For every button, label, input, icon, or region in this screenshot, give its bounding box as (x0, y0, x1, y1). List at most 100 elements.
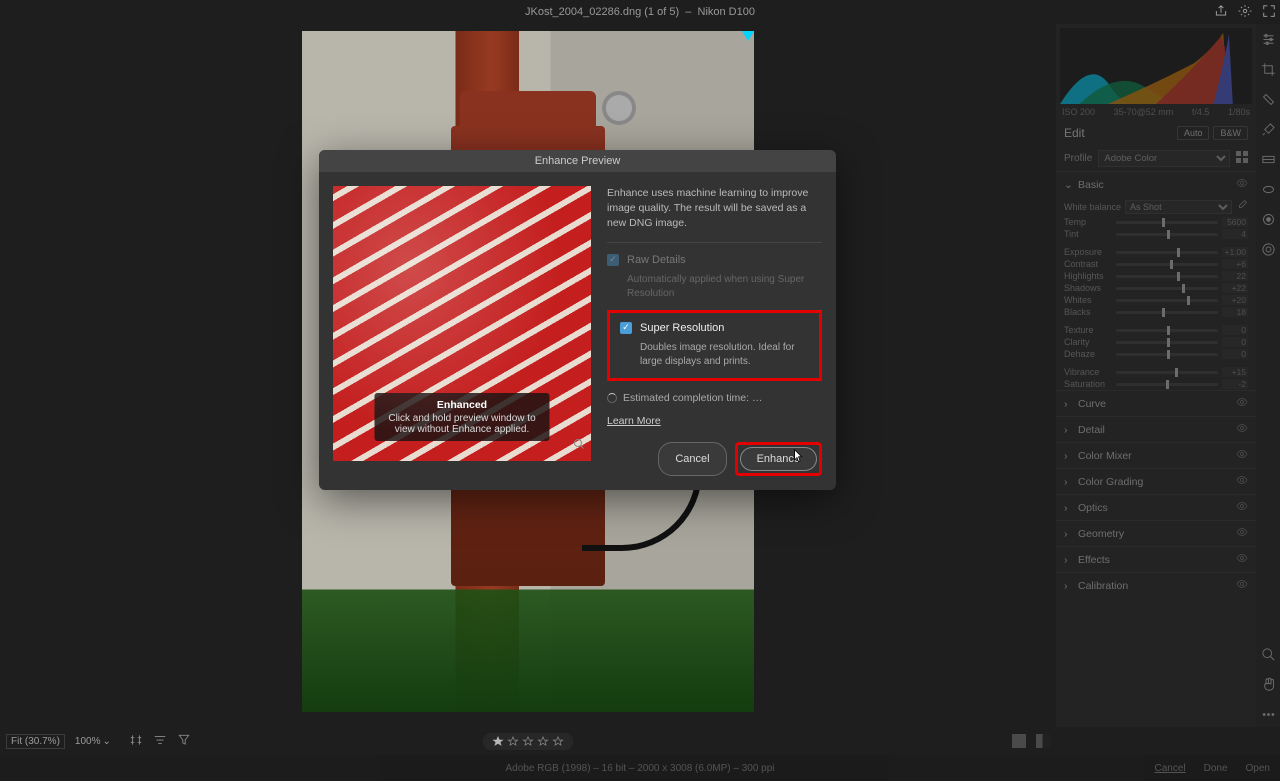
zoom-icon[interactable] (573, 437, 585, 455)
enhance-preview-dialog: Enhance Preview Enhanced Click and hold … (319, 150, 836, 490)
visibility-icon[interactable] (1236, 448, 1248, 463)
panel-optics[interactable]: ›Optics (1056, 495, 1256, 520)
crop-icon[interactable] (1261, 62, 1276, 82)
filter-icon[interactable] (177, 733, 191, 750)
histogram[interactable] (1060, 28, 1252, 104)
presets-icon[interactable] (1261, 242, 1276, 262)
visibility-icon[interactable] (1236, 177, 1248, 192)
footer: Adobe RGB (1998) – 16 bit – 2000 x 3008 … (0, 755, 1280, 781)
star-icon[interactable] (553, 736, 564, 747)
star-icon[interactable] (523, 736, 534, 747)
white-balance-select[interactable]: As Shot (1125, 200, 1232, 214)
raw-details-option: Raw Details (607, 253, 822, 269)
spinner-icon (607, 393, 617, 403)
visibility-icon[interactable] (1236, 474, 1248, 489)
slider-vibrance[interactable]: Vibrance +15 (1056, 366, 1256, 378)
brush-icon[interactable] (1261, 122, 1276, 142)
star-icon[interactable] (508, 736, 519, 747)
visibility-icon[interactable] (1236, 526, 1248, 541)
slider-shadows[interactable]: Shadows +22 (1056, 282, 1256, 294)
zoom-select[interactable]: 100% ⌄ (75, 736, 111, 747)
panel-color mixer[interactable]: ›Color Mixer (1056, 443, 1256, 468)
chevron-down-icon: ⌄ (1064, 179, 1072, 191)
basic-panel-header[interactable]: ⌄ Basic (1056, 172, 1256, 197)
enhance-preview-image[interactable]: Enhanced Click and hold preview window t… (333, 186, 591, 461)
profile-grid-icon[interactable] (1236, 151, 1248, 166)
cancel-button[interactable]: Cancel (658, 442, 726, 476)
fullscreen-icon[interactable] (1262, 4, 1276, 21)
footer-open-button[interactable]: Open (1246, 763, 1270, 774)
progress-dots-icon: ●○○ (339, 444, 357, 455)
settings-gear-icon[interactable] (1238, 4, 1252, 21)
heal-icon[interactable] (1261, 92, 1276, 112)
slider-highlights[interactable]: Highlights 22 (1056, 270, 1256, 282)
panel-effects[interactable]: ›Effects (1056, 547, 1256, 572)
photo-metadata: ISO 20035-70@52 mmf/4.51/80s (1056, 104, 1256, 120)
dialog-title: Enhance Preview (319, 150, 836, 172)
panel-calibration[interactable]: ›Calibration (1056, 573, 1256, 598)
enhance-button-highlight: Enhance (735, 442, 822, 476)
slider-exposure[interactable]: Exposure +1.00 (1056, 246, 1256, 258)
chevron-down-icon: ⌄ (102, 736, 110, 747)
edit-header-label: Edit (1064, 126, 1085, 140)
sort-icon[interactable] (153, 733, 167, 750)
zoom-tool-icon[interactable] (1261, 647, 1276, 667)
slider-tint[interactable]: Tint 4 (1056, 228, 1256, 240)
gradient-icon[interactable] (1261, 152, 1276, 172)
slider-clarity[interactable]: Clarity 0 (1056, 336, 1256, 348)
star-icon[interactable] (538, 736, 549, 747)
redeye-icon[interactable] (1261, 212, 1276, 232)
cursor-icon (793, 449, 804, 468)
before-after-icon[interactable] (1036, 734, 1050, 748)
fit-zoom-readout[interactable]: Fit (30.7%) (6, 734, 65, 749)
chevron-right-icon: › (1064, 502, 1072, 514)
super-resolution-sub: Doubles image resolution. Ideal for larg… (640, 341, 809, 370)
radial-icon[interactable] (1261, 182, 1276, 202)
enhance-button[interactable]: Enhance (740, 447, 817, 471)
topbar: JKost_2004_02286.dng (1 of 5) – Nikon D1… (0, 0, 1280, 24)
panel-color grading[interactable]: ›Color Grading (1056, 469, 1256, 494)
panel-curve[interactable]: ›Curve (1056, 391, 1256, 416)
slider-texture[interactable]: Texture 0 (1056, 324, 1256, 336)
footer-cancel-link[interactable]: Cancel (1154, 763, 1185, 774)
slider-temp[interactable]: Temp 5600 (1056, 216, 1256, 228)
auto-button[interactable]: Auto (1177, 126, 1210, 140)
enhance-description: Enhance uses machine learning to improve… (607, 186, 822, 232)
bottom-bar: Fit (30.7%) 100% ⌄ (0, 727, 1056, 755)
chevron-right-icon: › (1064, 528, 1072, 540)
rating-stars[interactable] (483, 733, 574, 750)
visibility-icon[interactable] (1236, 552, 1248, 567)
star-icon[interactable] (493, 736, 504, 747)
visibility-icon[interactable] (1236, 578, 1248, 593)
slider-blacks[interactable]: Blacks 18 (1056, 306, 1256, 318)
chevron-right-icon: › (1064, 424, 1072, 436)
visibility-icon[interactable] (1236, 396, 1248, 411)
visibility-icon[interactable] (1236, 500, 1248, 515)
more-icon[interactable] (1261, 707, 1276, 727)
chevron-right-icon: › (1064, 580, 1072, 592)
super-resolution-checkbox[interactable] (620, 322, 632, 334)
slider-contrast[interactable]: Contrast +6 (1056, 258, 1256, 270)
visibility-icon[interactable] (1236, 422, 1248, 437)
super-resolution-highlight: Super Resolution Doubles image resolutio… (607, 310, 822, 381)
slider-saturation[interactable]: Saturation -2 (1056, 378, 1256, 390)
footer-done-button[interactable]: Done (1204, 763, 1228, 774)
edit-panel: ISO 20035-70@52 mmf/4.51/80s Edit Auto B… (1056, 24, 1256, 727)
bw-button[interactable]: B&W (1213, 126, 1248, 140)
learn-more-link[interactable]: Learn More (607, 415, 661, 427)
white-balance-label: White balance (1064, 202, 1121, 212)
profile-label: Profile (1064, 153, 1092, 164)
super-resolution-option[interactable]: Super Resolution (620, 321, 809, 337)
slider-whites[interactable]: Whites +20 (1056, 294, 1256, 306)
panel-geometry[interactable]: ›Geometry (1056, 521, 1256, 546)
single-view-icon[interactable] (1012, 734, 1026, 748)
chevron-right-icon: › (1064, 398, 1072, 410)
hand-tool-icon[interactable] (1261, 677, 1276, 697)
slider-dehaze[interactable]: Dehaze 0 (1056, 348, 1256, 360)
panel-detail[interactable]: ›Detail (1056, 417, 1256, 442)
compare-icon[interactable] (129, 733, 143, 750)
profile-select[interactable]: Adobe Color (1098, 150, 1230, 167)
adjust-icon[interactable] (1261, 32, 1276, 52)
eyedropper-icon[interactable] (1236, 199, 1248, 214)
share-icon[interactable] (1214, 4, 1228, 21)
